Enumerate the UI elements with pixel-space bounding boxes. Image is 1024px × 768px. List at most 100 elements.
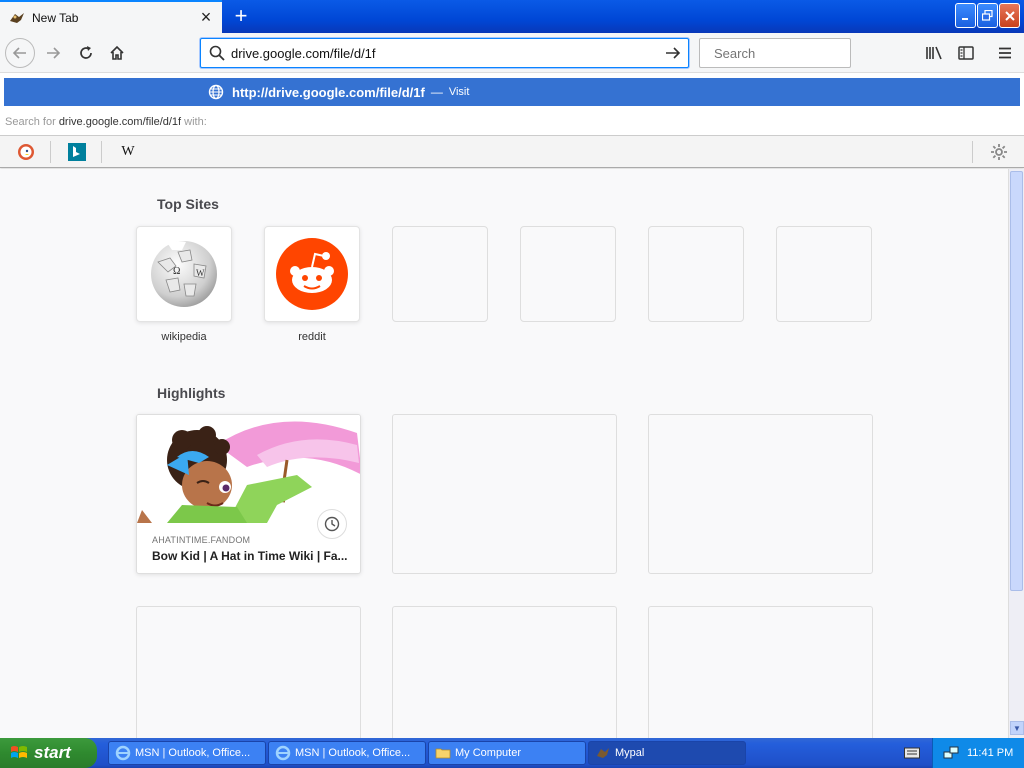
back-arrow-icon (12, 47, 26, 59)
library-button[interactable] (920, 38, 948, 68)
sidebar-icon (958, 46, 974, 60)
top-sites-heading: Top Sites (157, 196, 219, 212)
tab-title: New Tab (32, 10, 79, 25)
clock-icon (317, 509, 347, 539)
engine-divider (50, 141, 51, 163)
go-arrow-icon[interactable] (664, 45, 682, 61)
url-autocomplete-popup: http://drive.google.com/file/d/1f — Visi… (0, 73, 1024, 136)
highlight-placeholder (648, 414, 873, 574)
search-engine-bar: W (0, 136, 1024, 168)
mypal-logo-icon (10, 12, 24, 23)
taskbar-item-label: My Computer (455, 747, 522, 759)
start-button[interactable]: start (0, 738, 97, 768)
restore-button[interactable] (977, 3, 998, 28)
folder-icon (435, 748, 451, 759)
taskbar-item-label: Mypal (615, 747, 645, 759)
home-button[interactable] (102, 38, 132, 68)
taskbar-item-label: MSN | Outlook, Office... (295, 747, 411, 759)
highlight-source: AHATINTIME.FANDOM (152, 535, 251, 545)
close-icon (1004, 10, 1015, 21)
suggestion-url: http://drive.google.com/file/d/1f (232, 84, 425, 100)
search-bar[interactable] (699, 38, 890, 68)
highlight-placeholder (392, 414, 617, 574)
start-label: start (34, 743, 71, 762)
top-site-tile-reddit[interactable] (264, 226, 360, 322)
search-input[interactable] (714, 45, 890, 61)
tab-new-tab[interactable]: New Tab × (0, 0, 222, 33)
navigation-toolbar (0, 33, 1024, 73)
top-site-placeholder (648, 226, 744, 322)
minimize-button[interactable] (955, 3, 976, 28)
internet-explorer-icon (115, 745, 131, 761)
search-icon (209, 45, 225, 61)
search-for-hint: Search for drive.google.com/file/d/1f wi… (5, 116, 207, 128)
minimize-icon (961, 17, 968, 20)
home-icon (110, 45, 124, 60)
mypal-logo-icon (597, 748, 609, 758)
back-button[interactable] (5, 38, 35, 68)
top-site-label: reddit (298, 331, 326, 343)
gear-icon (991, 144, 1007, 160)
top-site-tile-wikipedia[interactable]: Ω W (136, 226, 232, 322)
taskbar-item-mypal[interactable]: Mypal (588, 741, 746, 765)
network-icon[interactable] (943, 745, 959, 761)
duckduckgo-engine-button[interactable] (12, 140, 40, 164)
suggestion-separator: — (430, 85, 443, 99)
highlight-placeholder (648, 606, 873, 738)
highlight-title: Bow Kid | A Hat in Time Wiki | Fa... (152, 549, 348, 563)
top-site-label: wikipedia (161, 331, 207, 343)
highlights-heading: Highlights (157, 385, 226, 401)
globe-icon (208, 84, 224, 100)
keyboard-icon[interactable] (904, 746, 920, 760)
restore-icon (982, 10, 993, 21)
sidebar-button[interactable] (952, 38, 980, 68)
forward-button[interactable] (38, 38, 68, 68)
top-site-placeholder (776, 226, 872, 322)
highlight-placeholder (136, 606, 361, 738)
taskbar-item-msn-2[interactable]: MSN | Outlook, Office... (268, 741, 426, 765)
highlight-thumbnail (137, 415, 360, 523)
scroll-down-arrow-icon[interactable]: ▼ (1010, 721, 1024, 735)
autocomplete-suggestion[interactable]: http://drive.google.com/file/d/1f — Visi… (4, 78, 1020, 106)
reload-icon (80, 46, 92, 59)
url-bar[interactable] (200, 38, 689, 68)
title-bar: New Tab × + (0, 0, 1024, 33)
top-site-placeholder (392, 226, 488, 322)
library-icon (926, 46, 942, 60)
new-tab-page: Top Sites Ω W wikipedia reddit Highlight… (0, 169, 1008, 738)
hamburger-menu-icon (999, 47, 1011, 59)
search-for-query: drive.google.com/file/d/1f (58, 116, 182, 128)
svg-text:Ω: Ω (173, 266, 180, 277)
close-window-button[interactable] (999, 3, 1020, 28)
duckduckgo-icon (18, 144, 34, 160)
tab-close-icon[interactable]: × (198, 7, 214, 27)
svg-text:W: W (196, 268, 205, 278)
windows-logo-icon (11, 746, 27, 758)
engine-divider (101, 141, 102, 163)
suggestion-action: Visit (448, 86, 470, 98)
taskbar: start MSN | Outlook, Office... MSN | Out… (0, 738, 1024, 768)
highlight-placeholder (392, 606, 617, 738)
search-for-suffix: with: (184, 116, 207, 128)
scrollbar-thumb[interactable] (1010, 171, 1023, 591)
system-clock: 11:41 PM (967, 747, 1014, 759)
wikipedia-icon: W (121, 144, 135, 159)
reddit-icon (276, 238, 348, 310)
wikipedia-engine-button[interactable]: W (114, 140, 142, 164)
search-settings-button[interactable] (985, 140, 1013, 164)
highlight-card[interactable]: AHATINTIME.FANDOM Bow Kid | A Hat in Tim… (136, 414, 361, 574)
menu-button[interactable] (991, 38, 1019, 68)
internet-explorer-icon (275, 745, 291, 761)
new-tab-button[interactable]: + (228, 4, 254, 28)
page-scrollbar[interactable]: ▼ (1008, 169, 1024, 738)
taskbar-item-my-computer[interactable]: My Computer (428, 741, 586, 765)
taskbar-item-msn-1[interactable]: MSN | Outlook, Office... (108, 741, 266, 765)
url-input[interactable] (231, 45, 664, 61)
taskbar-item-label: MSN | Outlook, Office... (135, 747, 251, 759)
system-tray: 11:41 PM (932, 738, 1024, 768)
top-site-placeholder (520, 226, 616, 322)
search-for-prefix: Search for (5, 116, 56, 128)
forward-arrow-icon (47, 47, 61, 59)
bing-engine-button[interactable] (63, 140, 91, 164)
reload-button[interactable] (71, 38, 101, 68)
